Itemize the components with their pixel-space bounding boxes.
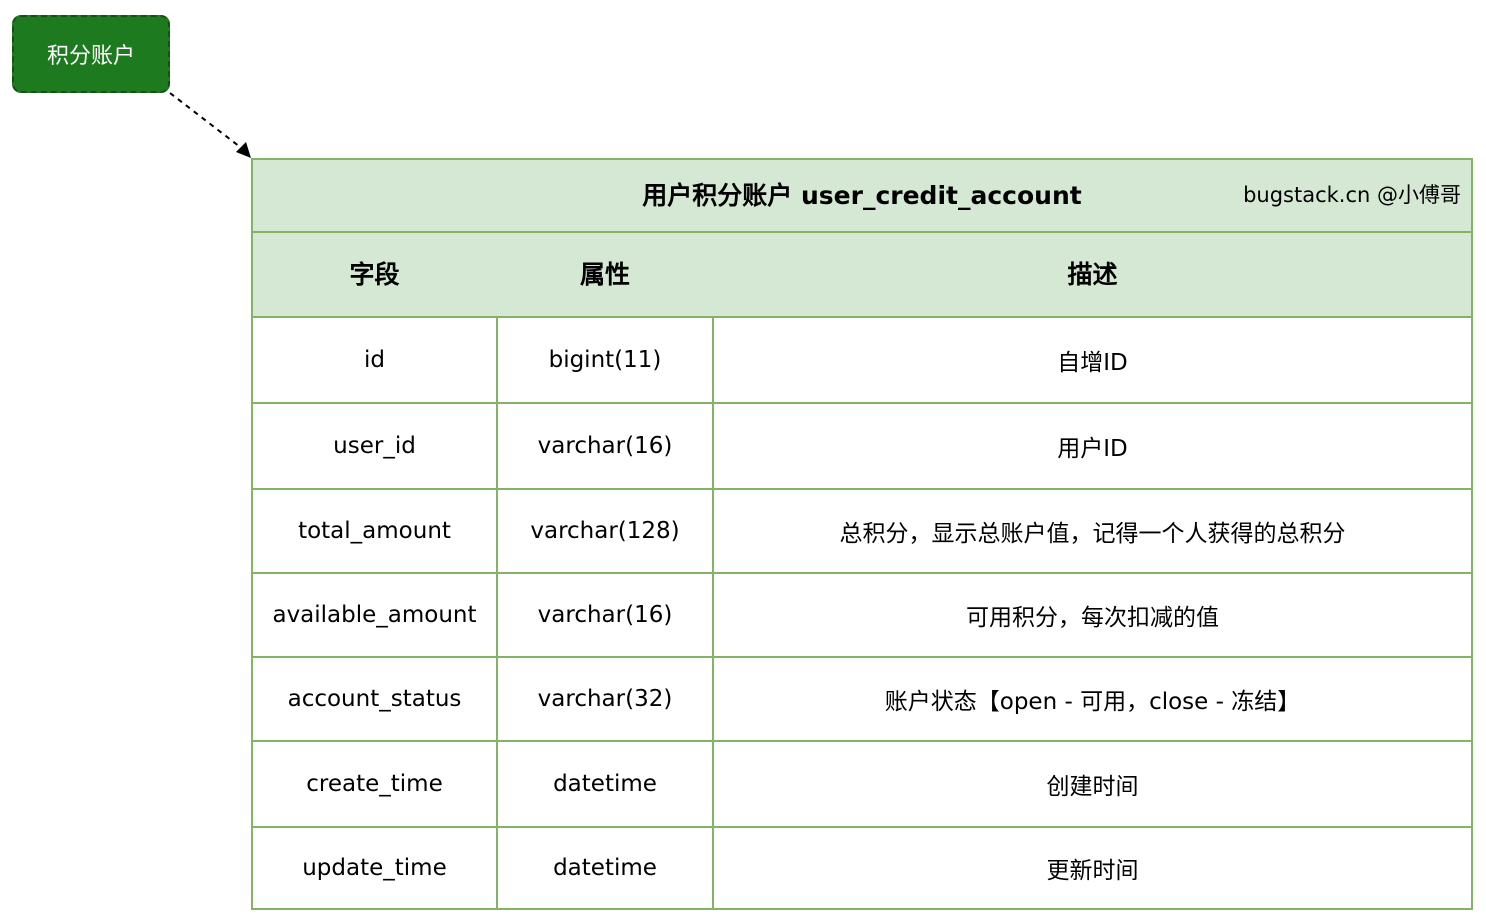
table-row: total_amount varchar(128) 总积分，显示总账户值，记得一… <box>253 490 1471 574</box>
cell-description: 创建时间 <box>1046 774 1139 800</box>
cell-description: 自增ID <box>1057 350 1128 376</box>
cell-type: varchar(16) <box>498 404 714 488</box>
cell-field: account_status <box>253 658 498 740</box>
cell-description: 总积分，显示总账户值，记得一个人获得的总积分 <box>839 521 1346 547</box>
table-row: update_time datetime 更新时间 <box>253 828 1471 908</box>
cell-description: 用户ID <box>1057 436 1128 462</box>
table-title-row: 用户积分账户 user_credit_account bugstack.cn @… <box>253 160 1471 233</box>
arrowhead-icon <box>236 142 251 158</box>
table-row: account_status varchar(32) 账户状态【open - 可… <box>253 658 1471 742</box>
cell-field: total_amount <box>253 490 498 572</box>
table-row: id bigint(11) 自增ID <box>253 318 1471 404</box>
cell-description: 账户状态【open - 可用，close - 冻结】 <box>884 689 1301 715</box>
table-row: create_time datetime 创建时间 <box>253 742 1471 828</box>
table-row: user_id varchar(16) 用户ID <box>253 404 1471 490</box>
cell-field: create_time <box>253 742 498 826</box>
cell-description: 可用积分，每次扣减的值 <box>966 605 1219 631</box>
header-description: 描述 <box>1067 260 1118 289</box>
cell-type: varchar(16) <box>498 574 714 656</box>
credit-account-node[interactable]: 积分账户 <box>12 15 170 93</box>
table-credit: bugstack.cn @小傅哥 <box>1243 183 1461 207</box>
header-field: 字段 <box>349 260 400 289</box>
header-type: 属性 <box>579 260 630 289</box>
cell-type: bigint(11) <box>498 318 714 402</box>
cell-field: id <box>253 318 498 402</box>
credit-account-node-label: 积分账户 <box>46 44 135 69</box>
cell-field: update_time <box>253 828 498 908</box>
table-header-row: 字段 属性 描述 <box>253 233 1471 318</box>
cell-field: user_id <box>253 404 498 488</box>
cell-field: available_amount <box>253 574 498 656</box>
cell-description: 更新时间 <box>1046 858 1139 884</box>
cell-type: datetime <box>498 828 714 908</box>
cell-type: varchar(128) <box>498 490 714 572</box>
cell-type: varchar(32) <box>498 658 714 740</box>
table-row: available_amount varchar(16) 可用积分，每次扣减的值 <box>253 574 1471 658</box>
user-credit-account-table: 用户积分账户 user_credit_account bugstack.cn @… <box>251 158 1473 910</box>
cell-type: datetime <box>498 742 714 826</box>
